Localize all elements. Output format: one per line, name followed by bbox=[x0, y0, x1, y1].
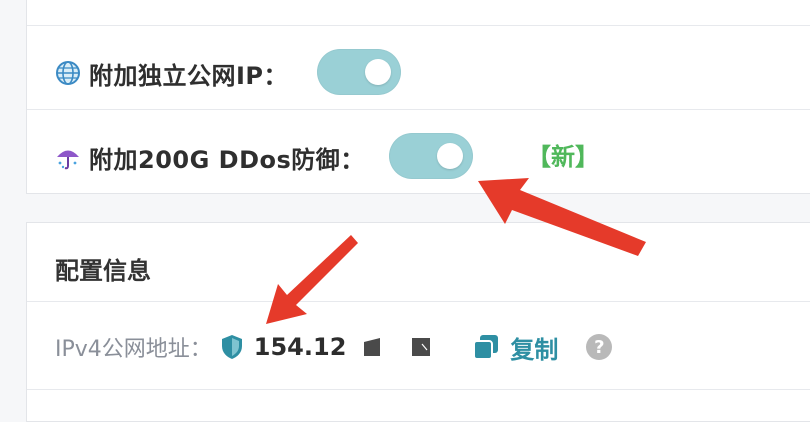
globe-icon bbox=[56, 61, 80, 85]
redacted-block-icon bbox=[364, 338, 381, 356]
ddos-toggle[interactable] bbox=[389, 133, 473, 179]
config-panel: 配置信息 IPv4公网地址： 154.12 复制 ? bbox=[26, 222, 810, 422]
toggle-knob bbox=[365, 59, 391, 85]
panel-divider bbox=[27, 301, 810, 302]
ddos-label: 附加200G DDos防御： bbox=[89, 145, 365, 174]
question-circle-icon[interactable]: ? bbox=[586, 334, 613, 360]
ipv4-row: IPv4公网地址： 154.12 复制 ? bbox=[27, 327, 810, 367]
toggle-knob bbox=[437, 143, 463, 169]
shield-icon bbox=[221, 335, 242, 359]
addons-panel: 附加独立公网IP： 附加200G DDos防御： 【新】 bbox=[26, 0, 810, 194]
dedicated-ip-row: 附加独立公网IP： bbox=[27, 51, 810, 95]
panel-divider bbox=[27, 389, 810, 390]
ipv4-label: IPv4公网地址： bbox=[55, 337, 212, 362]
copy-button[interactable]: 复制 bbox=[510, 330, 558, 365]
ipv4-value[interactable]: 154.12 bbox=[254, 333, 347, 361]
panel-divider bbox=[27, 25, 810, 26]
dedicated-ip-label-group: 附加独立公网IP： bbox=[55, 56, 288, 91]
panel-divider bbox=[27, 109, 810, 110]
config-title: 配置信息 bbox=[55, 257, 151, 285]
dedicated-ip-label: 附加独立公网IP： bbox=[89, 61, 289, 90]
redacted-block-icon bbox=[412, 338, 431, 356]
copy-icon[interactable] bbox=[472, 333, 500, 361]
dedicated-ip-toggle[interactable] bbox=[317, 49, 401, 95]
umbrella-rain-icon bbox=[57, 150, 79, 170]
new-tag: 【新】 bbox=[527, 143, 599, 171]
ddos-label-group: 附加200G DDos防御： bbox=[55, 140, 365, 175]
